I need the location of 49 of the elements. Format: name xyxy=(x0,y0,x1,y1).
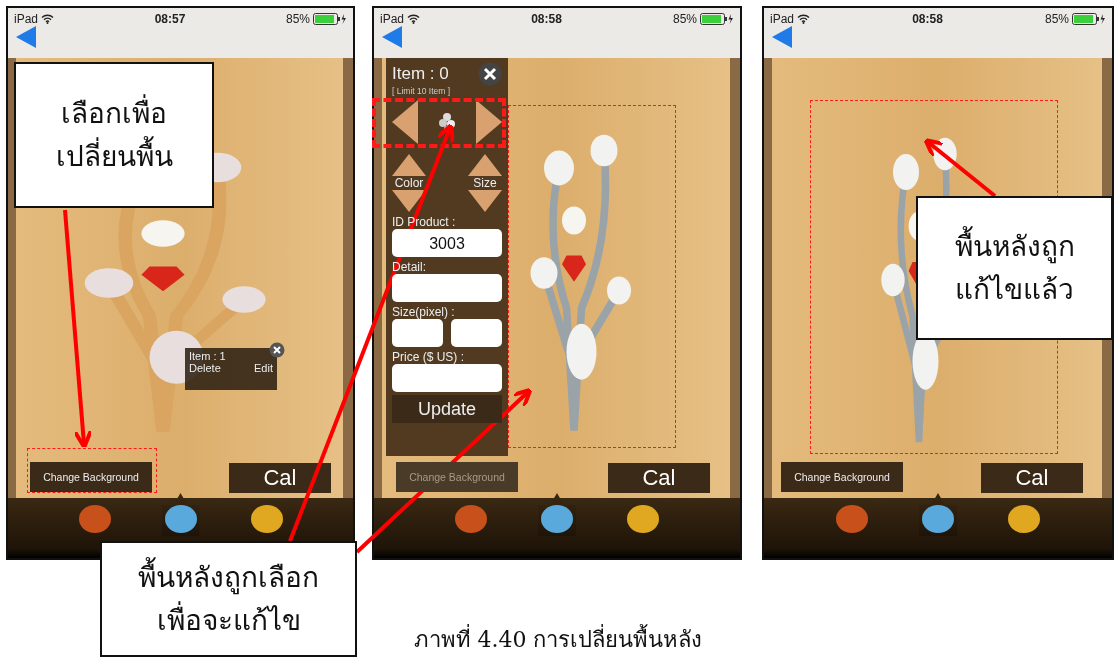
stepper-label: Color xyxy=(394,176,424,190)
back-arrow-icon[interactable] xyxy=(16,26,38,48)
stepper-label: Size xyxy=(473,176,497,190)
battery-percent: 85% xyxy=(1044,12,1069,26)
previous-arrow-icon[interactable] xyxy=(392,100,418,144)
down-arrow-icon[interactable] xyxy=(468,190,502,212)
next-arrow-icon[interactable] xyxy=(476,100,502,144)
cal-button[interactable]: Cal xyxy=(229,463,331,493)
battery-percent: 85% xyxy=(672,12,697,26)
close-icon[interactable] xyxy=(478,62,502,86)
status-time: 08:58 xyxy=(531,12,562,26)
battery-icon xyxy=(1072,13,1106,25)
change-background-button[interactable]: Change Background xyxy=(30,462,152,492)
height-field[interactable] xyxy=(451,319,502,347)
up-arrow-icon[interactable] xyxy=(468,154,502,176)
cal-button[interactable]: Cal xyxy=(608,463,710,493)
wifi-icon xyxy=(41,14,55,24)
change-background-button[interactable]: Change Background xyxy=(396,462,518,492)
limit-note: [ Limit 10 Item ] xyxy=(392,86,452,96)
close-icon[interactable] xyxy=(269,342,285,358)
change-background-button[interactable]: Change Background xyxy=(781,462,903,492)
item-label: Item : 1 xyxy=(189,350,227,362)
field-label: Price ($ US) : xyxy=(392,350,464,364)
up-arrow-icon[interactable] xyxy=(392,154,426,176)
device-name: iPad xyxy=(14,12,39,26)
device-name: iPad xyxy=(770,12,795,26)
cal-button[interactable]: Cal xyxy=(981,463,1083,493)
wifi-icon xyxy=(797,14,811,24)
callout-tooltip: พื้นหลังถูก แก้ไขแล้ว xyxy=(916,196,1113,340)
status-time: 08:58 xyxy=(912,12,943,26)
width-field[interactable] xyxy=(392,319,443,347)
popup-action[interactable]: Edit xyxy=(254,362,273,374)
battery-percent: 85% xyxy=(285,12,310,26)
down-arrow-icon[interactable] xyxy=(392,190,426,212)
battery-icon xyxy=(313,13,347,25)
back-arrow-icon[interactable] xyxy=(382,26,404,48)
id-product-field[interactable]: 3003 xyxy=(392,229,502,257)
popup-action[interactable]: Delete xyxy=(189,362,221,374)
callout-tooltip: เลือกเพื่อ เปลี่ยนพื้น xyxy=(14,62,214,208)
detail-field[interactable] xyxy=(392,274,502,302)
battery-icon xyxy=(700,13,734,25)
update-button[interactable]: Update xyxy=(392,395,502,423)
field-label: Size(pixel) : xyxy=(392,305,455,319)
item-label: Item : 0 xyxy=(392,64,449,84)
back-arrow-icon[interactable] xyxy=(772,26,794,48)
status-time: 08:57 xyxy=(154,12,186,26)
wifi-icon xyxy=(407,14,421,24)
price-field[interactable] xyxy=(392,364,502,392)
device-name: iPad xyxy=(380,12,405,26)
